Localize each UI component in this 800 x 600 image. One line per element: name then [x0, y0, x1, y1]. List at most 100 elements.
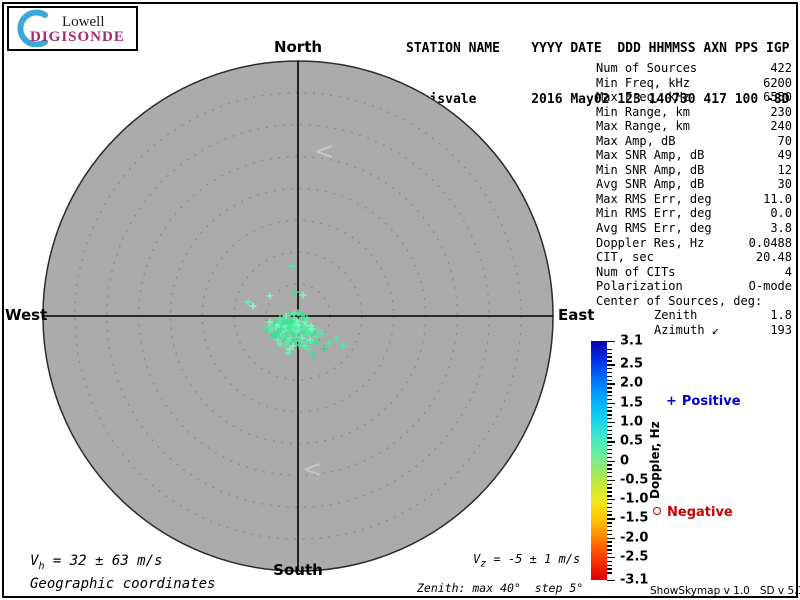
colorbar-minor-tick [607, 352, 612, 354]
stat-value: 20.48 [755, 250, 792, 265]
negative-doppler-legend: Negative [653, 505, 733, 520]
colorbar-minor-tick [607, 560, 612, 563]
colorbar-tick-label: 3.1 [620, 333, 644, 349]
stat-value: 30 [777, 177, 792, 192]
colorbar-tick-label: 2.0 [620, 375, 644, 391]
stat-value: 0.0 [770, 206, 792, 221]
colorbar-minor-tick [607, 464, 612, 466]
plus-marker-icon: + [666, 394, 677, 409]
stat-label: Center of Sources, deg: [596, 293, 763, 308]
colorbar-minor-tick [607, 445, 612, 447]
colorbar-tick-label: 0 [620, 453, 630, 468]
colorbar-minor-tick [607, 356, 612, 358]
direction-label-north: North [273, 38, 323, 56]
stat-label: Max Amp, dB [596, 133, 676, 148]
colorbar-tick-label: 0.5 [620, 433, 644, 449]
colorbar-minor-tick [607, 379, 612, 381]
header-column-titles: STATION NAME YYYY DATE DDD HHMMSS AXN PP… [406, 41, 790, 56]
chevron-mark: < [314, 137, 334, 165]
colorbar-minor-tick [607, 506, 612, 509]
coordinates-note: Geographic coordinates [30, 576, 216, 592]
colorbar-axis-title: Doppler, Hz [648, 421, 662, 499]
logo-text-digisonde: DIGISONDE [30, 29, 125, 45]
stat-row: Max RMS Err, deg 11.0 [596, 192, 792, 207]
stat-value: 12 [777, 162, 792, 177]
colorbar-minor-tick [607, 429, 612, 432]
colorbar-minor-tick [607, 475, 612, 478]
stat-value: 4 [784, 264, 792, 279]
colorbar-minor-tick [607, 549, 612, 551]
colorbar-minor-tick [607, 375, 612, 378]
colorbar-minor-tick [607, 418, 612, 420]
colorbar-minor-tick [607, 371, 612, 374]
stat-value: 422 [770, 61, 792, 75]
colorbar-minor-tick [607, 495, 612, 497]
doppler-colorbar [591, 341, 607, 580]
colorbar-tick-label: -3.1 [620, 572, 649, 588]
stat-label: Avg RMS Err, deg [596, 221, 712, 236]
stat-row: Max Freq, kHz 6550 [596, 90, 792, 105]
colorbar-minor-tick [607, 406, 612, 408]
stat-row: Max SNR Amp, dB 49 [596, 148, 792, 163]
stat-row: Min SNR Amp, dB 12 [596, 163, 792, 178]
colorbar-minor-tick [607, 487, 612, 489]
stat-value: 6200 [763, 75, 792, 90]
stat-label: Min Freq, kHz [596, 75, 690, 90]
colorbar-tick-label: -1.5 [620, 510, 649, 526]
colorbar-minor-tick [607, 564, 612, 566]
stat-label: Max SNR Amp, dB [596, 148, 705, 163]
colorbar-major-tick [607, 499, 615, 501]
stat-label: Polarization [596, 279, 683, 294]
stat-label: Zenith [654, 308, 698, 323]
colorbar-minor-tick [607, 533, 612, 536]
colorbar-minor-tick [607, 526, 612, 528]
zenith-scale-note: Zenith: max 40° step 5° [417, 581, 584, 595]
stat-label: Min RMS Err, deg [596, 206, 712, 221]
colorbar-minor-tick [607, 545, 612, 547]
chevron-mark: < [302, 455, 322, 483]
colorbar-minor-tick [607, 472, 612, 474]
colorbar-minor-tick [607, 452, 612, 455]
stat-value: O-mode [748, 279, 792, 294]
stat-label: Min Range, km [596, 104, 690, 119]
colorbar-minor-tick [607, 410, 612, 412]
colorbar-major-tick [607, 402, 615, 405]
colorbar-tick-label: -2.0 [620, 530, 649, 546]
colorbar-major-tick [607, 460, 615, 462]
software-version: ShowSkymap v 1.0 SD v 5.1 [650, 585, 800, 597]
colorbar-major-tick [607, 537, 615, 539]
stat-row: Min RMS Err, deg 0.0 [596, 206, 792, 221]
colorbar-minor-tick [607, 360, 612, 362]
measurement-stats-panel: Num of Sources 422 Min Freq, kHz 6200 Max Fr… [596, 61, 792, 337]
colorbar-minor-tick [607, 456, 612, 459]
stat-row: Num of Sources 422 [596, 61, 792, 76]
colorbar-minor-tick [607, 529, 612, 532]
colorbar-tick-label: 2.5 [620, 356, 644, 372]
vertical-velocity-readout: Vz = -5 ± 1 m/s [473, 552, 581, 570]
colorbar-tick-label: -0.5 [620, 472, 649, 488]
direction-label-south: South [273, 561, 323, 579]
colorbar-major-tick [607, 341, 615, 343]
colorbar-minor-tick [607, 387, 612, 389]
stat-value: 0.0488 [748, 235, 792, 250]
colorbar-tick-label: 1.0 [620, 414, 644, 430]
direction-label-west: West [5, 306, 48, 324]
positive-doppler-legend: + Positive [666, 394, 741, 409]
colorbar-major-tick [607, 479, 615, 482]
colorbar-minor-tick [607, 425, 612, 428]
lowell-digisonde-logo: Lowell DIGISONDE [7, 6, 138, 51]
colorbar-minor-tick [607, 367, 612, 370]
stat-label: Max Freq, kHz [596, 90, 690, 105]
stat-value: 240 [770, 119, 792, 134]
colorbar-minor-tick [607, 437, 612, 439]
stat-row: Avg SNR Amp, dB 30 [596, 177, 792, 192]
stat-label: Num of Sources [596, 61, 698, 75]
horizontal-velocity-readout: Vh = 32 ± 63 m/s [30, 553, 163, 572]
colorbar-minor-tick [607, 394, 612, 397]
colorbar-major-tick [607, 364, 615, 366]
colorbar-minor-tick [607, 491, 612, 493]
stat-row: Num of CITs 4 [596, 265, 792, 280]
stat-label: Num of CITs [596, 264, 676, 279]
colorbar-major-tick [607, 556, 615, 559]
positive-legend-label: Positive [681, 394, 741, 409]
